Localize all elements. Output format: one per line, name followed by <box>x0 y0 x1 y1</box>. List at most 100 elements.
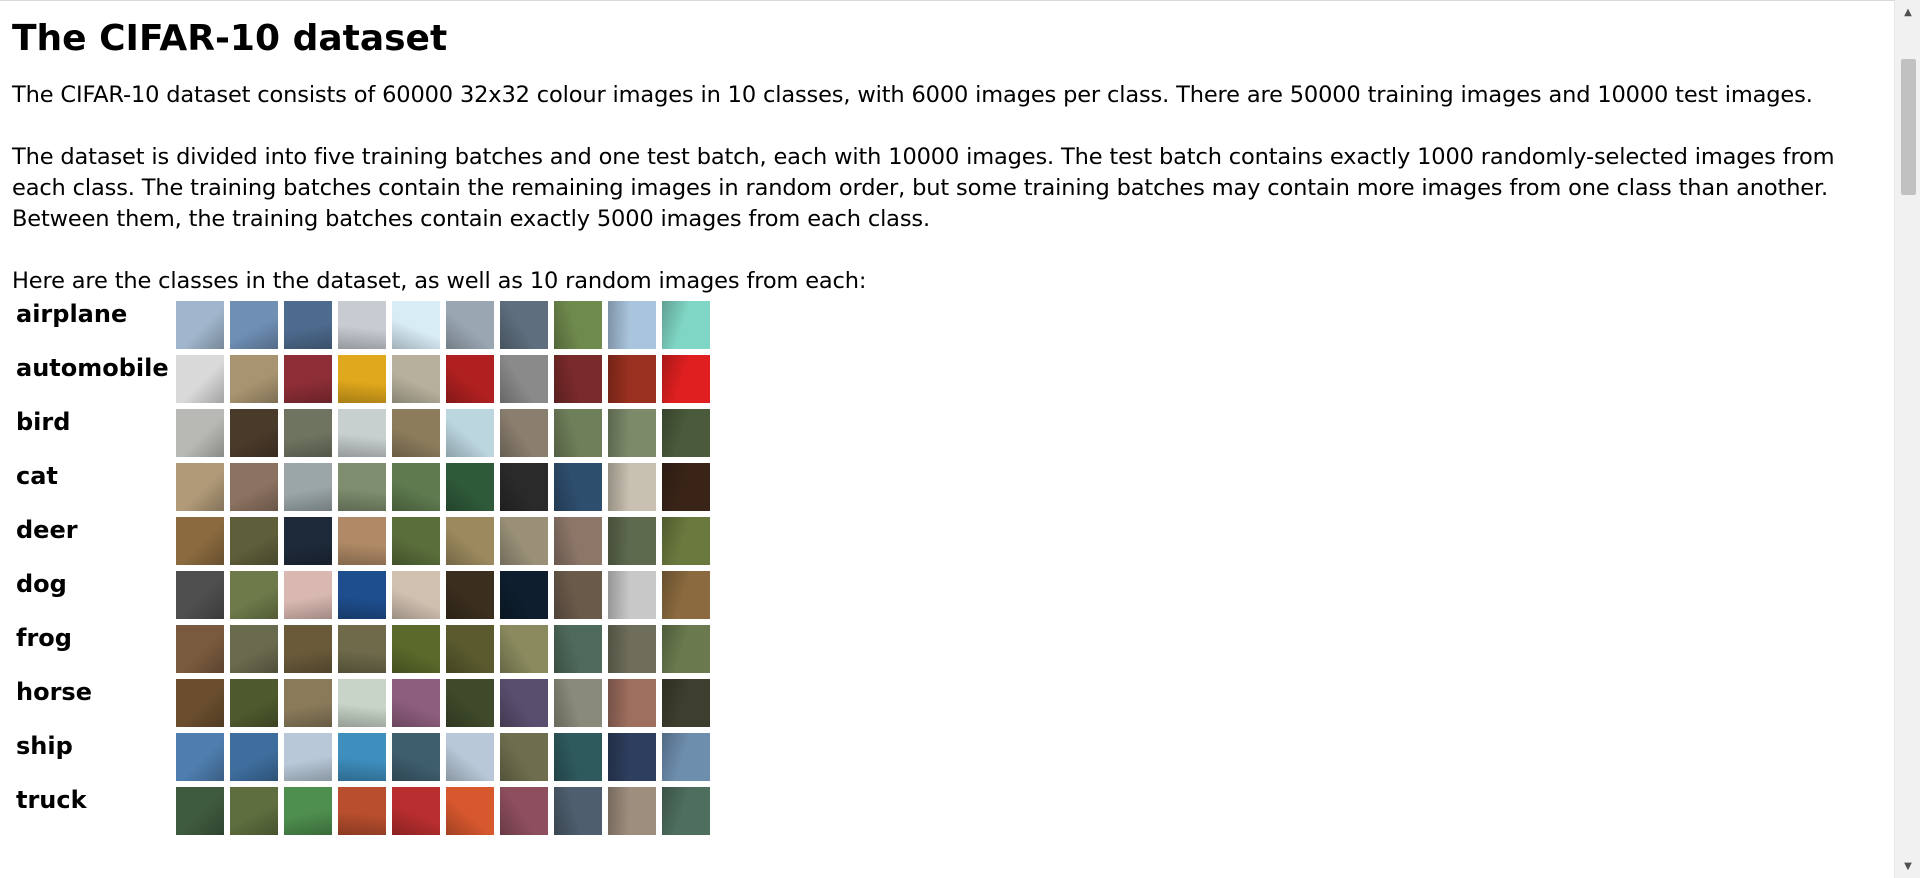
sample-image-thumbnail <box>500 463 548 511</box>
sample-image-thumbnail <box>338 679 386 727</box>
sample-image-thumbnail <box>284 409 332 457</box>
sample-image-thumbnail <box>338 733 386 781</box>
class-row: frog <box>12 622 716 676</box>
page-title: The CIFAR-10 dataset <box>12 18 448 59</box>
sample-image-thumbnail <box>230 733 278 781</box>
class-thumbnails <box>176 460 716 514</box>
sample-image-thumbnail <box>230 625 278 673</box>
class-image-table: airplane automobile bird cat deer dog frog hors… <box>12 298 716 838</box>
sample-image-thumbnail <box>608 571 656 619</box>
sample-image-thumbnail <box>176 355 224 403</box>
sample-image-thumbnail <box>176 679 224 727</box>
class-name: automobile <box>16 354 169 382</box>
sample-image-thumbnail <box>662 463 710 511</box>
sample-image-thumbnail <box>500 733 548 781</box>
sample-image-thumbnail <box>500 409 548 457</box>
class-thumbnails <box>176 568 716 622</box>
classes-intro-paragraph: Here are the classes in the dataset, as … <box>12 268 867 294</box>
scrollbar-thumb[interactable] <box>1901 58 1916 195</box>
class-thumbnails <box>176 352 716 406</box>
sample-image-thumbnail <box>608 355 656 403</box>
sample-image-thumbnail <box>176 787 224 835</box>
sample-image-thumbnail <box>176 301 224 349</box>
class-thumbnails <box>176 514 716 568</box>
vertical-scrollbar[interactable]: ▲ ▼ <box>1894 0 1920 878</box>
sample-image-thumbnail <box>500 625 548 673</box>
sample-image-thumbnail <box>662 355 710 403</box>
scroll-up-arrow-icon[interactable]: ▲ <box>1895 2 1920 22</box>
sample-image-thumbnail <box>446 625 494 673</box>
class-name: deer <box>16 516 78 544</box>
sample-image-thumbnail <box>284 517 332 565</box>
sample-image-thumbnail <box>554 571 602 619</box>
sample-image-thumbnail <box>176 571 224 619</box>
sample-image-thumbnail <box>176 733 224 781</box>
class-row: cat <box>12 460 716 514</box>
page-viewport: The CIFAR-10 dataset The CIFAR-10 datase… <box>0 0 1894 878</box>
intro-paragraph: The CIFAR-10 dataset consists of 60000 3… <box>12 82 1813 108</box>
class-thumbnails <box>176 676 716 730</box>
sample-image-thumbnail <box>284 463 332 511</box>
sample-image-thumbnail <box>338 625 386 673</box>
class-row: airplane <box>12 298 716 352</box>
sample-image-thumbnail <box>392 787 440 835</box>
sample-image-thumbnail <box>608 679 656 727</box>
sample-image-thumbnail <box>500 355 548 403</box>
class-name: ship <box>16 732 73 760</box>
sample-image-thumbnail <box>338 571 386 619</box>
sample-image-thumbnail <box>230 571 278 619</box>
sample-image-thumbnail <box>230 787 278 835</box>
sample-image-thumbnail <box>176 463 224 511</box>
sample-image-thumbnail <box>392 301 440 349</box>
scroll-down-arrow-icon[interactable]: ▼ <box>1895 856 1920 876</box>
sample-image-thumbnail <box>500 517 548 565</box>
sample-image-thumbnail <box>662 625 710 673</box>
class-thumbnails <box>176 298 716 352</box>
sample-image-thumbnail <box>554 409 602 457</box>
sample-image-thumbnail <box>554 463 602 511</box>
class-name: frog <box>16 624 72 652</box>
sample-image-thumbnail <box>284 679 332 727</box>
sample-image-thumbnail <box>392 679 440 727</box>
sample-image-thumbnail <box>662 517 710 565</box>
sample-image-thumbnail <box>392 355 440 403</box>
class-name: bird <box>16 408 71 436</box>
sample-image-thumbnail <box>608 409 656 457</box>
sample-image-thumbnail <box>284 301 332 349</box>
sample-image-thumbnail <box>284 571 332 619</box>
class-thumbnails <box>176 406 716 460</box>
sample-image-thumbnail <box>608 733 656 781</box>
class-row: dog <box>12 568 716 622</box>
sample-image-thumbnail <box>230 409 278 457</box>
sample-image-thumbnail <box>554 733 602 781</box>
sample-image-thumbnail <box>662 571 710 619</box>
sample-image-thumbnail <box>284 733 332 781</box>
sample-image-thumbnail <box>554 517 602 565</box>
batches-paragraph: The dataset is divided into five trainin… <box>12 144 1835 232</box>
sample-image-thumbnail <box>446 463 494 511</box>
class-name: horse <box>16 678 92 706</box>
sample-image-thumbnail <box>554 301 602 349</box>
sample-image-thumbnail <box>176 625 224 673</box>
sample-image-thumbnail <box>662 733 710 781</box>
sample-image-thumbnail <box>662 679 710 727</box>
sample-image-thumbnail <box>230 517 278 565</box>
sample-image-thumbnail <box>608 625 656 673</box>
class-name: airplane <box>16 300 128 328</box>
sample-image-thumbnail <box>338 355 386 403</box>
sample-image-thumbnail <box>662 301 710 349</box>
sample-image-thumbnail <box>284 625 332 673</box>
sample-image-thumbnail <box>608 517 656 565</box>
sample-image-thumbnail <box>392 409 440 457</box>
class-row: horse <box>12 676 716 730</box>
sample-image-thumbnail <box>230 301 278 349</box>
sample-image-thumbnail <box>230 355 278 403</box>
page-content: The CIFAR-10 dataset The CIFAR-10 datase… <box>0 1 1882 838</box>
class-name: cat <box>16 462 58 490</box>
sample-image-thumbnail <box>446 409 494 457</box>
class-name: truck <box>16 786 87 814</box>
sample-image-thumbnail <box>446 517 494 565</box>
sample-image-thumbnail <box>608 787 656 835</box>
sample-image-thumbnail <box>392 571 440 619</box>
sample-image-thumbnail <box>338 301 386 349</box>
